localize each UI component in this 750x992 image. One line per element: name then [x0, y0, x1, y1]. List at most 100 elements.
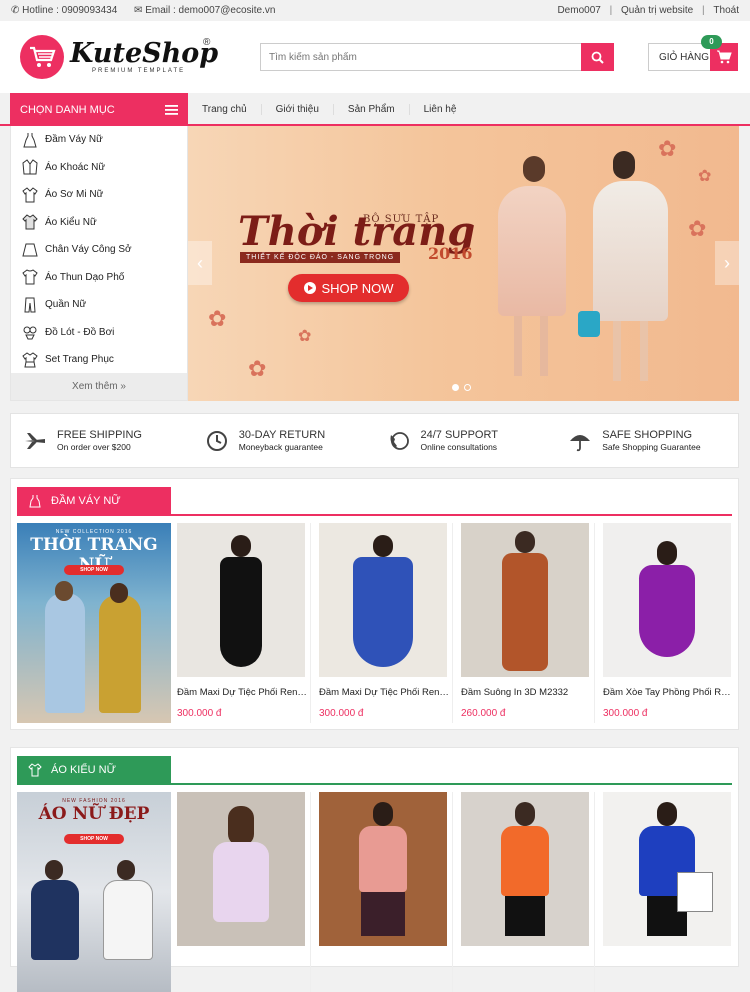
service-item: 30-DAY RETURN Moneyback guarantee	[193, 429, 375, 453]
logout-link[interactable]: Thoát	[713, 5, 739, 16]
main-area: Đầm Váy Nữ Áo Khoác Nữ Áo Sơ Mi Nữ Áo Ki…	[0, 126, 750, 401]
promo-button[interactable]: SHOP NOW	[64, 834, 124, 844]
product-card[interactable]: Đầm Xòe Tay Phồng Phối Ren... 300.000 đ	[600, 523, 737, 719]
hamburger-icon	[165, 104, 178, 115]
product-image[interactable]	[603, 792, 731, 946]
section-dresses: ĐẦM VÁY NỮ NEW COLLECTION 2016 THỜI TRAN…	[10, 478, 739, 730]
nav-contact[interactable]: Liên hệ	[410, 104, 471, 115]
product-image[interactable]	[603, 523, 731, 677]
product-card[interactable]	[600, 792, 737, 956]
service-title: FREE SHIPPING	[57, 429, 142, 441]
product-image[interactable]	[177, 792, 305, 946]
search-bar	[260, 43, 614, 71]
nav-products[interactable]: Sản Phẩm	[334, 104, 410, 115]
product-card[interactable]: Đầm Maxi Dự Tiệc Phối Ren -... 300.000 đ	[316, 523, 453, 723]
logo[interactable]: KuteShop PREMIUM TEMPLATE ®	[20, 35, 218, 79]
outfit-icon	[21, 351, 39, 369]
service-title: SAFE SHOPPING	[602, 429, 693, 441]
category-item[interactable]: Đầm Váy Nữ	[11, 126, 187, 154]
product-name[interactable]: Đầm Xòe Tay Phồng Phối Ren...	[603, 687, 733, 698]
product-name[interactable]: Đầm Maxi Dự Tiệc Phối Ren -...	[177, 687, 307, 698]
banner-prev-button[interactable]: ‹	[188, 241, 212, 285]
flower-decoration: ✿	[298, 328, 312, 345]
promo-button[interactable]: SHOP NOW	[64, 565, 124, 575]
category-item[interactable]: Áo Kiểu Nữ	[11, 209, 187, 237]
promo-banner[interactable]: NEW COLLECTION 2016 THỜI TRANG NỮ SHOP N…	[17, 523, 171, 723]
category-item[interactable]: Set Trang Phục	[11, 346, 187, 374]
product-card[interactable]	[458, 792, 595, 992]
tshirt-icon	[21, 268, 39, 286]
cart-button[interactable]: GIỎ HÀNG 0	[648, 35, 738, 71]
flower-decoration: ✿	[658, 136, 677, 161]
banner-tagline: THIẾT KẾ ĐỘC ĐÁO - SANG TRỌNG	[240, 252, 401, 263]
flower-decoration: ✿	[698, 168, 712, 185]
product-card[interactable]: Đầm Maxi Dự Tiệc Phối Ren -... 300.000 đ	[174, 523, 311, 723]
service-item: FREE SHIPPING On order over $200	[11, 429, 193, 453]
cart-count-badge: 0	[701, 35, 722, 49]
product-image[interactable]	[319, 792, 447, 946]
product-card[interactable]: Đầm Suông In 3D M2332 260.000 đ	[458, 523, 595, 723]
service-title: 30-DAY RETURN	[238, 429, 326, 441]
cart-logo-icon	[20, 35, 64, 79]
category-item[interactable]: Đồ Lót - Đồ Bơi	[11, 319, 187, 347]
cart-label: GIỎ HÀNG	[659, 51, 710, 63]
logo-name: KuteShop	[70, 38, 219, 69]
service-subtitle: Safe Shopping Guarantee	[602, 442, 701, 452]
banner-next-button[interactable]: ›	[715, 241, 739, 285]
shop-now-button[interactable]: SHOP NOW	[288, 274, 409, 302]
slide-dot[interactable]	[452, 384, 459, 391]
product-image[interactable]	[319, 523, 447, 677]
pants-icon	[21, 296, 39, 314]
product-image[interactable]	[177, 523, 305, 677]
section-header[interactable]: ÁO KIỂU NỮ	[17, 756, 171, 784]
product-price: 260.000 đ	[461, 708, 506, 719]
navbar: CHỌN DANH MỤC Trang chủ Giới thiệu Sản P…	[0, 93, 750, 126]
separator: |	[609, 5, 613, 16]
product-name[interactable]: Đầm Suông In 3D M2332	[461, 687, 591, 698]
category-item[interactable]: Áo Khoác Nữ	[11, 154, 187, 182]
category-item[interactable]: Chân Váy Công Sở	[11, 236, 187, 264]
banner-year: 2016	[428, 244, 473, 263]
product-card[interactable]	[174, 792, 311, 992]
product-price: 300.000 đ	[603, 708, 648, 719]
promo-banner[interactable]: NEW FASHION 2016 ÁO NỮ ĐẸP SHOP NOW	[17, 792, 171, 992]
jacket-icon	[21, 158, 39, 176]
blouse-icon	[27, 762, 43, 778]
blouse-icon	[21, 213, 39, 231]
flower-decoration: ✿	[688, 216, 707, 241]
service-item: 24/7 SUPPORT Online consultations	[375, 429, 557, 453]
product-price: 300.000 đ	[177, 708, 222, 719]
product-image[interactable]	[461, 792, 589, 946]
see-more-button[interactable]: Xem thêm »	[11, 373, 187, 400]
top-bar: ✆ Hotline : 0909093434 ✉ Email : demo007…	[0, 0, 750, 21]
search-input[interactable]	[260, 43, 581, 71]
product-card[interactable]	[316, 792, 453, 992]
services-bar: FREE SHIPPING On order over $200 30-DAY R…	[10, 413, 739, 468]
product-image[interactable]	[461, 523, 589, 677]
category-item[interactable]: Áo Sơ Mi Nữ	[11, 181, 187, 209]
nav-about[interactable]: Giới thiệu	[262, 104, 334, 115]
category-item[interactable]: Áo Thun Dạo Phố	[11, 264, 187, 292]
dress-icon	[27, 493, 43, 509]
user-link[interactable]: Demo007	[557, 5, 600, 16]
plane-icon	[23, 429, 47, 453]
slide-dot[interactable]	[464, 384, 471, 391]
hero-banner[interactable]: ✿ ✿ ✿ ✿ ✿ ✿ BỘ SƯU TẬP Thời trang 2016 T…	[188, 126, 739, 401]
email: ✉ Email : demo007@ecosite.vn	[134, 5, 276, 16]
phone-support-icon	[387, 429, 411, 453]
flower-decoration: ✿	[248, 356, 267, 381]
nav-home[interactable]: Trang chủ	[188, 104, 262, 115]
section-header[interactable]: ĐẦM VÁY NỮ	[17, 487, 171, 515]
clock-icon	[205, 429, 229, 453]
umbrella-icon	[568, 429, 592, 453]
category-menu-button[interactable]: CHỌN DANH MỤC	[10, 93, 188, 126]
service-subtitle: On order over $200	[57, 442, 131, 452]
category-item[interactable]: Quần Nữ	[11, 291, 187, 319]
play-icon	[303, 282, 316, 294]
admin-link[interactable]: Quản trị website	[621, 5, 693, 16]
product-name[interactable]: Đầm Maxi Dự Tiệc Phối Ren -...	[319, 687, 449, 698]
flower-decoration: ✿	[208, 306, 227, 331]
service-item: SAFE SHOPPING Safe Shopping Guarantee	[556, 429, 738, 453]
search-button[interactable]	[581, 43, 614, 71]
section-blouses: ÁO KIỂU NỮ NEW FASHION 2016 ÁO NỮ ĐẸP SH…	[10, 747, 739, 992]
